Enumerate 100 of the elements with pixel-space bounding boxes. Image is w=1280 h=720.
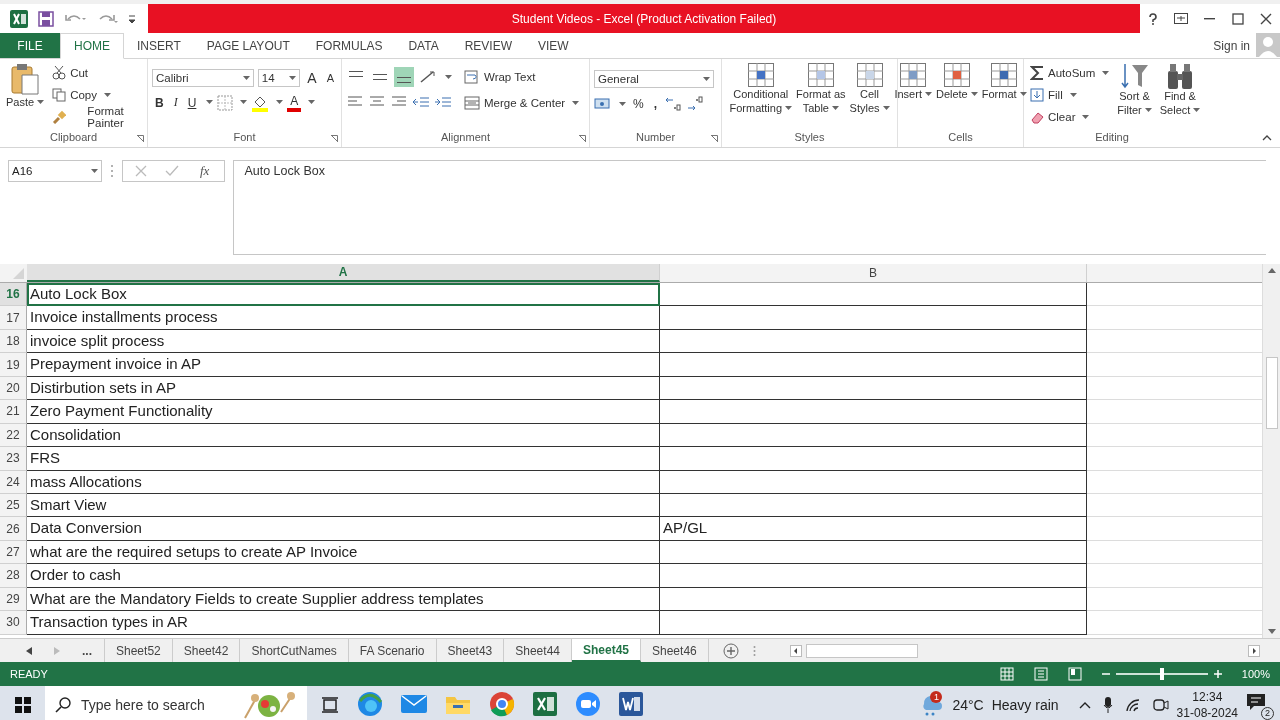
sign-in-link[interactable]: Sign in xyxy=(1207,33,1256,58)
increase-indent-icon xyxy=(434,95,452,109)
ribbon-button[interactable]: Format as Table xyxy=(794,63,848,129)
name-box[interactable]: A16 xyxy=(8,160,102,182)
ribbon-button[interactable]: Format xyxy=(979,63,1029,129)
ribbon-button[interactable]: Paste xyxy=(4,63,47,129)
table-cell: AP/GL xyxy=(660,517,1087,541)
autosum-button[interactable]: AutoSum xyxy=(1028,63,1112,83)
search-icon xyxy=(55,696,71,713)
row-header[interactable]: 24 xyxy=(0,470,27,494)
number-format-field[interactable]: General xyxy=(594,70,714,88)
formula-field[interactable]: Auto Lock Box xyxy=(233,160,1266,255)
caret-icon xyxy=(276,100,284,105)
row-header[interactable]: 19 xyxy=(0,353,27,377)
customize-icon xyxy=(128,13,136,24)
table-cell: Smart View xyxy=(27,493,660,518)
grow-font-button[interactable]: A xyxy=(304,69,320,87)
caret-icon xyxy=(37,99,45,105)
ribbon-button[interactable]: Sort & Filter xyxy=(1115,63,1154,129)
table-cell: Auto Lock Box xyxy=(27,283,660,307)
clear-button[interactable]: Clear xyxy=(1028,107,1112,127)
font-size-field[interactable]: 14 xyxy=(257,69,301,87)
table-cell: Distirbution sets in AP xyxy=(27,376,660,401)
wrap-text-button[interactable]: Wrap Text xyxy=(462,67,582,87)
insert-function-button[interactable]: fx xyxy=(197,162,213,180)
row-header[interactable]: 30 xyxy=(0,611,27,635)
row-header[interactable]: 26 xyxy=(0,517,27,541)
fill-button[interactable]: Fill xyxy=(1028,85,1112,105)
font-name-field[interactable]: Calibri xyxy=(152,69,254,87)
row-header[interactable]: 28 xyxy=(0,564,27,588)
format-painter-button[interactable]: Format Painter xyxy=(50,107,143,127)
scrollbar-thumb[interactable] xyxy=(1265,357,1278,429)
more-sheets-button[interactable]: ... xyxy=(82,643,92,658)
table-cell: Consolidation xyxy=(27,423,660,448)
scrollbar-thumb[interactable] xyxy=(806,643,918,658)
row-header[interactable]: 27 xyxy=(0,540,27,565)
align-middle-icon xyxy=(373,74,387,80)
cut-button[interactable]: Cut xyxy=(50,63,143,83)
copy-button[interactable]: Copy xyxy=(50,85,143,105)
ribbon-button[interactable]: Conditional Formatting xyxy=(727,63,795,129)
wifi-icon xyxy=(1124,697,1141,712)
align-bottom-icon xyxy=(397,77,411,83)
zoom-level[interactable]: 100% xyxy=(1241,668,1270,680)
row-header[interactable]: 16 xyxy=(0,283,27,307)
caret-icon xyxy=(1082,114,1090,120)
underline-button[interactable]: U xyxy=(184,94,200,111)
ribbon-tab[interactable]: PAGE LAYOUT xyxy=(193,33,303,58)
shrink-font-button[interactable]: A xyxy=(323,71,337,85)
ribbon-tab[interactable]: FILE xyxy=(0,33,60,58)
percent-button[interactable]: % xyxy=(630,96,647,112)
mail-icon xyxy=(401,693,427,714)
search-field[interactable]: Type here to search xyxy=(45,686,307,720)
ribbon-tab[interactable]: DATA xyxy=(395,33,452,58)
row-header[interactable]: 29 xyxy=(0,587,27,612)
caret-icon xyxy=(882,105,890,111)
table-cell: Zero Payment Functionality xyxy=(27,400,660,424)
comma-button[interactable]: , xyxy=(650,96,660,112)
row-header[interactable]: 23 xyxy=(0,447,27,471)
column-header[interactable]: A xyxy=(27,264,660,282)
ribbon-button[interactable]: Cell Styles xyxy=(847,63,892,129)
font-color-button[interactable]: A xyxy=(287,93,302,112)
row-header[interactable]: 18 xyxy=(0,329,27,354)
save-icon xyxy=(38,10,54,27)
caret-icon xyxy=(1019,91,1027,97)
caret-icon xyxy=(445,74,452,80)
row-header[interactable]: 17 xyxy=(0,306,27,330)
ribbon-tab[interactable]: FORMULAS xyxy=(302,33,396,58)
ribbon-button[interactable]: Delete xyxy=(933,63,980,129)
bold-button[interactable]: B xyxy=(152,94,167,111)
caret-icon xyxy=(1102,70,1110,76)
collapse-ribbon-icon xyxy=(1262,135,1272,141)
align-top-icon xyxy=(349,71,363,77)
word-icon xyxy=(619,691,643,716)
ribbon-button[interactable]: Find & Select xyxy=(1157,63,1203,129)
group-label: Clipboard xyxy=(49,131,98,143)
ribbon-button[interactable]: Insert xyxy=(892,63,934,129)
column-header[interactable]: B xyxy=(660,264,1087,282)
row-header[interactable]: 25 xyxy=(0,493,27,518)
table-cell: mass Allocations xyxy=(27,470,660,494)
chrome-icon xyxy=(489,690,515,717)
ribbon-tab[interactable]: HOME xyxy=(60,33,124,59)
bottom-align-button[interactable] xyxy=(394,67,414,87)
row-header[interactable]: 22 xyxy=(0,423,27,448)
zoom-slider-thumb[interactable] xyxy=(1159,668,1164,680)
table-cell: What are the Mandatory Fields to create Supplier address templates xyxy=(27,587,660,612)
merge-center-button[interactable]: Merge & Center xyxy=(462,93,582,113)
page-layout-icon xyxy=(1033,667,1048,681)
row-header[interactable]: 20 xyxy=(0,376,27,401)
row-header[interactable]: 21 xyxy=(0,400,27,424)
clock-time: 12:34 xyxy=(1192,688,1223,705)
increase-decimal-icon xyxy=(664,96,682,112)
close-icon xyxy=(1259,12,1272,25)
ribbon-tab[interactable]: VIEW xyxy=(525,33,582,58)
ribbon-tab[interactable]: REVIEW xyxy=(451,33,525,58)
enter-icon xyxy=(165,165,179,177)
ribbon-tab[interactable]: INSERT xyxy=(124,33,194,58)
sheet-tab[interactable]: Sheet45 xyxy=(572,639,641,662)
italic-button[interactable]: I xyxy=(170,94,181,111)
caret-icon xyxy=(1193,107,1201,113)
salad-bowl-icon xyxy=(241,689,297,720)
